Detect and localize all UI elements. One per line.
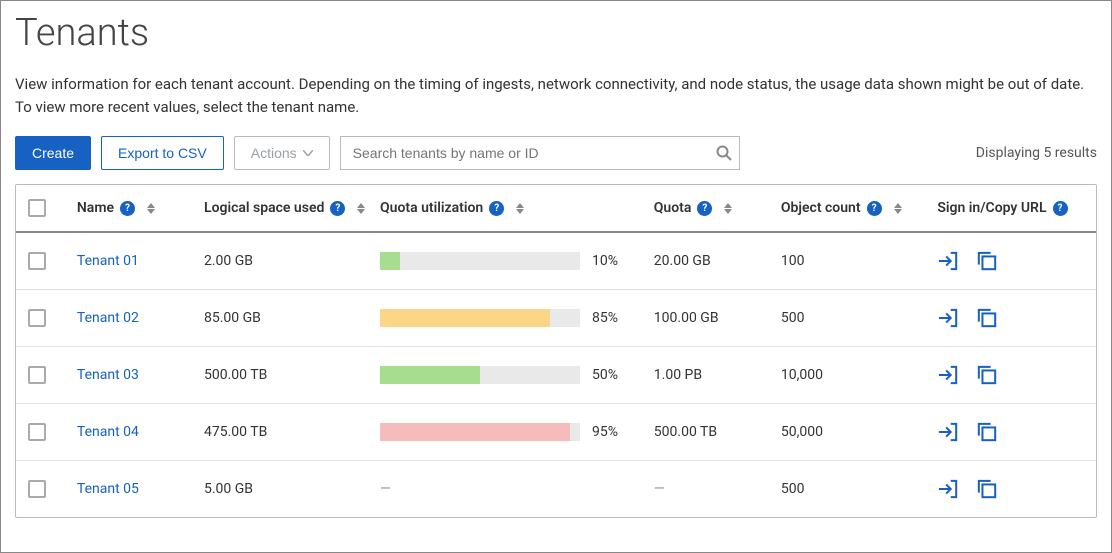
col-util-label: Quota utilization — [380, 200, 483, 216]
table-row: Tenant 04 475.00 TB 95% 500.00 TB 50,000 — [16, 404, 1096, 461]
sort-icon[interactable] — [357, 203, 365, 214]
copy-url-icon[interactable] — [977, 365, 997, 385]
quota-value: 1.00 PB — [654, 367, 702, 383]
row-checkbox[interactable] — [28, 366, 46, 384]
sign-in-icon[interactable] — [937, 422, 959, 442]
toolbar: Create Export to CSV Actions Displaying … — [15, 136, 1097, 170]
chevron-down-icon — [303, 150, 313, 156]
quota-value: — — [654, 481, 665, 497]
table-row: Tenant 03 500.00 TB 50% 1.00 PB 10,000 — [16, 347, 1096, 404]
help-icon[interactable]: ? — [489, 201, 504, 216]
table-header: Name ? Logical space used ? Quota utiliz… — [16, 185, 1096, 233]
space-used-value: 500.00 TB — [204, 367, 267, 383]
sort-icon[interactable] — [516, 203, 524, 214]
space-used-value: 475.00 TB — [204, 424, 267, 440]
progress-pct: 95% — [592, 424, 632, 440]
page-title: Tenants — [15, 11, 1097, 55]
col-sign-label: Sign in/Copy URL — [937, 200, 1046, 216]
sign-in-icon[interactable] — [937, 479, 959, 499]
row-checkbox[interactable] — [28, 309, 46, 327]
progress-pct: 10% — [592, 253, 632, 269]
tenants-page: Tenants View information for each tenant… — [0, 0, 1112, 553]
sort-icon[interactable] — [147, 203, 155, 214]
quota-util-bar: 95% — [380, 423, 632, 441]
help-icon[interactable]: ? — [697, 201, 712, 216]
object-count-value: 100 — [781, 253, 805, 269]
tenant-name-link[interactable]: Tenant 02 — [77, 310, 139, 326]
space-used-value: 2.00 GB — [204, 253, 253, 269]
object-count-value: 10,000 — [781, 367, 823, 383]
quota-util-bar: 10% — [380, 252, 632, 270]
row-checkbox[interactable] — [28, 252, 46, 270]
progress-bar-fill — [380, 252, 400, 270]
progress-bar — [380, 309, 580, 327]
table-row: Tenant 05 5.00 GB — — 500 — [16, 461, 1096, 517]
copy-url-icon[interactable] — [977, 308, 997, 328]
space-used-value: 5.00 GB — [204, 481, 253, 497]
help-icon[interactable]: ? — [867, 201, 882, 216]
help-icon[interactable]: ? — [120, 201, 135, 216]
progress-bar — [380, 423, 580, 441]
help-icon[interactable]: ? — [330, 201, 345, 216]
sign-in-icon[interactable] — [937, 308, 959, 328]
row-checkbox[interactable] — [28, 423, 46, 441]
table-row: Tenant 02 85.00 GB 85% 100.00 GB 500 — [16, 290, 1096, 347]
sort-icon[interactable] — [724, 203, 732, 214]
quota-util-bar: 50% — [380, 366, 632, 384]
sort-icon[interactable] — [894, 203, 902, 214]
export-csv-button[interactable]: Export to CSV — [101, 136, 224, 170]
progress-bar-fill — [380, 309, 550, 327]
quota-util-empty: — — [380, 481, 391, 497]
tenants-table: Name ? Logical space used ? Quota utiliz… — [15, 184, 1097, 518]
tenant-name-link[interactable]: Tenant 03 — [77, 367, 139, 383]
copy-url-icon[interactable] — [977, 479, 997, 499]
sign-in-icon[interactable] — [937, 251, 959, 271]
progress-pct: 50% — [592, 367, 632, 383]
table-row: Tenant 01 2.00 GB 10% 20.00 GB 100 — [16, 233, 1096, 290]
progress-bar-fill — [380, 366, 480, 384]
table-body: Tenant 01 2.00 GB 10% 20.00 GB 100 Tenant 02 8… — [16, 233, 1096, 517]
col-count-label: Object count — [781, 200, 861, 216]
actions-button: Actions — [234, 136, 330, 170]
copy-url-icon[interactable] — [977, 251, 997, 271]
search-input[interactable] — [340, 136, 740, 170]
tenant-name-link[interactable]: Tenant 01 — [77, 253, 139, 269]
object-count-value: 500 — [781, 481, 805, 497]
quota-value: 100.00 GB — [654, 310, 719, 326]
help-icon[interactable]: ? — [1053, 201, 1068, 216]
page-description: View information for each tenant account… — [15, 73, 1097, 118]
search-wrap — [340, 136, 740, 170]
progress-bar — [380, 252, 580, 270]
copy-url-icon[interactable] — [977, 422, 997, 442]
sign-in-icon[interactable] — [937, 365, 959, 385]
progress-bar — [380, 366, 580, 384]
create-button[interactable]: Create — [15, 136, 91, 170]
search-icon[interactable] — [716, 145, 732, 161]
object-count-value: 500 — [781, 310, 805, 326]
progress-pct: 85% — [592, 310, 632, 326]
quota-value: 500.00 TB — [654, 424, 717, 440]
progress-bar-fill — [380, 423, 570, 441]
quota-util-bar: 85% — [380, 309, 632, 327]
select-all-checkbox[interactable] — [28, 199, 46, 217]
row-checkbox[interactable] — [28, 480, 46, 498]
result-count: Displaying 5 results — [976, 145, 1097, 161]
quota-value: 20.00 GB — [654, 253, 711, 269]
object-count-value: 50,000 — [781, 424, 823, 440]
space-used-value: 85.00 GB — [204, 310, 261, 326]
tenant-name-link[interactable]: Tenant 04 — [77, 424, 139, 440]
col-space-label: Logical space used — [204, 200, 324, 216]
col-name-label: Name — [77, 200, 114, 216]
col-quota-label: Quota — [654, 200, 692, 216]
actions-label: Actions — [251, 145, 297, 161]
tenant-name-link[interactable]: Tenant 05 — [77, 481, 139, 497]
